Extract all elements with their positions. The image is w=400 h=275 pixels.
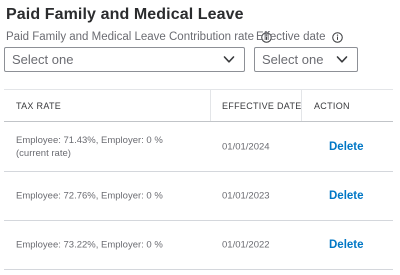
table-row: Employee: 73.22%, Employer: 0 % 01/01/20… [4, 221, 393, 270]
column-header-tax-rate[interactable]: TAX RATE [16, 90, 61, 121]
effective-date-cell: 01/01/2024 [222, 141, 270, 152]
contribution-rate-select[interactable]: Select one [4, 47, 245, 72]
delete-button[interactable]: Delete [329, 141, 364, 153]
effective-date-select[interactable]: Select one [254, 47, 358, 72]
delete-button[interactable]: Delete [329, 190, 364, 202]
delete-button[interactable]: Delete [329, 239, 364, 251]
column-divider [301, 90, 302, 121]
chevron-down-icon [223, 56, 235, 63]
info-icon[interactable] [332, 31, 344, 43]
effective-date-label-text: Effective date [256, 31, 326, 43]
tax-rate-cell: Employee: 71.43%, Employer: 0 % (current… [16, 134, 163, 159]
tax-rate-cell: Employee: 72.76%, Employer: 0 % [16, 190, 163, 202]
effective-date-cell: 01/01/2022 [222, 239, 270, 251]
contribution-rate-label: Paid Family and Medical Leave Contributi… [6, 31, 272, 43]
tax-rate-table: TAX RATE EFFECTIVE DATE ACTION Employee:… [4, 89, 393, 270]
column-header-action: ACTION [314, 100, 350, 111]
tax-rate-cell: Employee: 73.22%, Employer: 0 % [16, 239, 163, 251]
effective-date-label: Effective date [256, 31, 344, 43]
table-row: Employee: 72.76%, Employer: 0 % 01/01/20… [4, 172, 393, 221]
section-title: Paid Family and Medical Leave [6, 6, 244, 23]
chevron-down-icon [336, 56, 348, 63]
effective-date-cell: 01/01/2023 [222, 190, 270, 202]
contribution-rate-select-value: Select one [12, 52, 74, 67]
column-divider [210, 90, 211, 121]
table-header: TAX RATE EFFECTIVE DATE ACTION [4, 89, 393, 122]
effective-date-select-value: Select one [262, 52, 324, 67]
column-header-effective-date[interactable]: EFFECTIVE DATE [222, 90, 302, 121]
table-row: Employee: 71.43%, Employer: 0 % (current… [4, 122, 393, 172]
contribution-rate-label-text: Paid Family and Medical Leave Contributi… [6, 31, 255, 43]
